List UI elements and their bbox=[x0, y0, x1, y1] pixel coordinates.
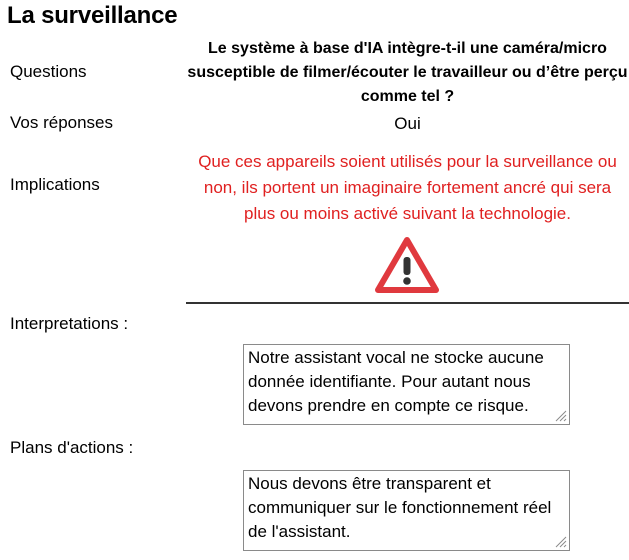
questions-label: Questions bbox=[10, 62, 87, 81]
action-plan-textarea[interactable]: Nous devons être transparent et communiq… bbox=[243, 470, 570, 551]
section-divider bbox=[186, 302, 629, 304]
resize-grip-icon[interactable] bbox=[553, 534, 567, 548]
interpretations-label: Interpretations : bbox=[10, 314, 129, 333]
action-plans-label: Plans d'actions : bbox=[10, 438, 134, 457]
page-title: La surveillance bbox=[7, 2, 178, 29]
interpretation-textarea-value: Notre assistant vocal ne stocke aucune d… bbox=[248, 348, 544, 415]
warning-triangle-icon bbox=[375, 237, 439, 293]
answers-label: Vos réponses bbox=[10, 113, 114, 132]
warning-icon-wrap bbox=[374, 236, 440, 296]
interpretation-textarea[interactable]: Notre assistant vocal ne stocke aucune d… bbox=[243, 344, 570, 425]
implications-label: Implications bbox=[10, 175, 100, 194]
action-plan-textarea-value: Nous devons être transparent et communiq… bbox=[248, 474, 552, 541]
resize-grip-icon[interactable] bbox=[553, 408, 567, 422]
answer-value: Oui bbox=[394, 114, 421, 133]
question-text: Le système à base d'IA intègre-t-il une … bbox=[187, 40, 628, 105]
implication-text: Que ces appareils soient utilisés pour l… bbox=[198, 152, 617, 223]
